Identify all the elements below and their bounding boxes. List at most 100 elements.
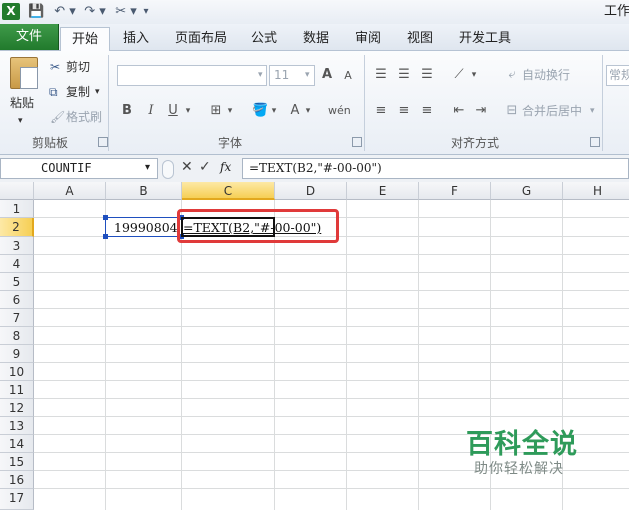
merge-center-dropdown-icon[interactable]: ▾ bbox=[590, 101, 595, 121]
orientation-icon[interactable]: ⟋ bbox=[450, 65, 468, 85]
paste-dropdown-icon[interactable]: ▾ bbox=[18, 111, 23, 131]
italic-icon[interactable]: I bbox=[144, 101, 158, 121]
align-top-icon[interactable]: ☰ bbox=[372, 65, 390, 85]
font-name-combo[interactable] bbox=[117, 65, 267, 86]
cancel-icon[interactable]: ✕ bbox=[181, 159, 193, 175]
tab-file[interactable]: 文件 bbox=[0, 24, 59, 50]
column-header-B[interactable]: B bbox=[106, 182, 182, 200]
tab-insert[interactable]: 插入 bbox=[114, 27, 158, 50]
row-header-3[interactable]: 3 bbox=[0, 237, 34, 255]
range-handle[interactable] bbox=[103, 215, 108, 220]
font-size-dropdown-icon[interactable]: ▾ bbox=[305, 65, 310, 85]
phonetic-guide-icon[interactable]: wén bbox=[328, 101, 351, 121]
align-left-icon[interactable]: ≡ bbox=[372, 101, 390, 121]
format-painter-button[interactable]: 格式刷 bbox=[66, 107, 102, 127]
range-handle[interactable] bbox=[103, 234, 108, 239]
cut-button[interactable]: 剪切 bbox=[66, 57, 90, 77]
format-painter-icon[interactable]: 🖌 bbox=[50, 107, 65, 127]
gridline bbox=[34, 380, 629, 381]
column-header-H[interactable]: H bbox=[563, 182, 629, 200]
paste-button[interactable]: 粘贴 bbox=[10, 93, 34, 113]
copy-button[interactable]: 复制 bbox=[66, 82, 90, 102]
align-center-icon[interactable]: ≡ bbox=[395, 101, 413, 121]
tab-data[interactable]: 数据 bbox=[296, 27, 336, 50]
font-dialog-launcher-icon[interactable] bbox=[352, 137, 362, 147]
wrap-text-icon[interactable]: ⤶ bbox=[504, 65, 520, 85]
column-header-A[interactable]: A bbox=[34, 182, 106, 200]
number-format-value[interactable]: 常规 bbox=[609, 65, 629, 85]
row-header-9[interactable]: 9 bbox=[0, 345, 34, 363]
merge-center-icon[interactable]: ⊟ bbox=[504, 101, 520, 121]
row-header-1[interactable]: 1 bbox=[0, 200, 34, 218]
copy-dropdown-icon[interactable]: ▾ bbox=[95, 82, 100, 102]
formula-input[interactable]: =TEXT(B2,"#-00-00") bbox=[242, 158, 629, 179]
font-name-dropdown-icon[interactable]: ▾ bbox=[258, 65, 263, 85]
watermark-title: 百科全说 bbox=[466, 429, 578, 460]
clipboard-dialog-launcher-icon[interactable] bbox=[98, 137, 108, 147]
formula-bar-splitter[interactable] bbox=[162, 160, 174, 179]
merge-center-button[interactable]: 合并后居中 bbox=[522, 101, 582, 121]
row-header-2[interactable]: 2 bbox=[0, 218, 34, 237]
column-header-F[interactable]: F bbox=[419, 182, 491, 200]
font-size-value[interactable]: 11 bbox=[274, 65, 289, 85]
fill-color-dropdown-icon[interactable]: ▾ bbox=[270, 101, 278, 121]
tab-review[interactable]: 审阅 bbox=[348, 27, 388, 50]
align-right-icon[interactable]: ≡ bbox=[418, 101, 436, 121]
tab-page-layout[interactable]: 页面布局 bbox=[166, 27, 236, 50]
font-color-icon[interactable]: A bbox=[288, 101, 302, 121]
borders-dropdown-icon[interactable]: ▾ bbox=[226, 101, 234, 121]
window-title: 工作 bbox=[604, 4, 629, 19]
row-header-11[interactable]: 11 bbox=[0, 381, 34, 399]
copy-icon[interactable]: ⧉ bbox=[49, 82, 58, 102]
row-header-13[interactable]: 13 bbox=[0, 417, 34, 435]
row-header-6[interactable]: 6 bbox=[0, 291, 34, 309]
row-header-10[interactable]: 10 bbox=[0, 363, 34, 381]
row-header-12[interactable]: 12 bbox=[0, 399, 34, 417]
undo-icon[interactable]: ↶ ▾ bbox=[52, 3, 78, 20]
tab-developer[interactable]: 开发工具 bbox=[452, 27, 518, 50]
row-header-7[interactable]: 7 bbox=[0, 309, 34, 327]
cut-icon[interactable]: ✂ bbox=[50, 57, 60, 77]
underline-icon[interactable]: U bbox=[166, 101, 180, 121]
increase-indent-icon[interactable]: ⇥ bbox=[472, 101, 490, 121]
grow-font-icon[interactable]: A bbox=[320, 65, 334, 85]
row-header-4[interactable]: 4 bbox=[0, 255, 34, 273]
gridline bbox=[34, 398, 629, 399]
row-header-5[interactable]: 5 bbox=[0, 273, 34, 291]
column-header-E[interactable]: E bbox=[347, 182, 419, 200]
tools-icon[interactable]: ✂ ▾ bbox=[113, 3, 139, 20]
select-all-corner[interactable] bbox=[0, 182, 34, 200]
tab-view[interactable]: 视图 bbox=[400, 27, 440, 50]
row-header-17[interactable]: 17 bbox=[0, 489, 34, 510]
underline-dropdown-icon[interactable]: ▾ bbox=[184, 101, 192, 121]
alignment-dialog-launcher-icon[interactable] bbox=[590, 137, 600, 147]
row-header-15[interactable]: 15 bbox=[0, 453, 34, 471]
bold-icon[interactable]: B bbox=[120, 101, 134, 121]
row-header-8[interactable]: 8 bbox=[0, 327, 34, 345]
fill-color-icon[interactable]: 🪣 bbox=[252, 101, 268, 121]
align-bottom-icon[interactable]: ☰ bbox=[418, 65, 436, 85]
font-color-dropdown-icon[interactable]: ▾ bbox=[304, 101, 312, 121]
align-middle-icon[interactable]: ☰ bbox=[395, 65, 413, 85]
column-header-G[interactable]: G bbox=[491, 182, 563, 200]
gridline bbox=[181, 200, 182, 510]
row-header-16[interactable]: 16 bbox=[0, 471, 34, 489]
tab-home[interactable]: 开始 bbox=[60, 27, 110, 51]
enter-icon[interactable]: ✓ bbox=[199, 159, 211, 175]
name-box[interactable]: COUNTIF bbox=[0, 158, 158, 179]
orientation-dropdown-icon[interactable]: ▾ bbox=[470, 65, 478, 85]
decrease-indent-icon[interactable]: ⇤ bbox=[450, 101, 468, 121]
insert-function-icon[interactable]: fx bbox=[220, 160, 231, 174]
customize-qat-icon[interactable]: ▾ bbox=[141, 3, 151, 20]
redo-icon[interactable]: ↷ ▾ bbox=[82, 3, 108, 20]
column-header-D[interactable]: D bbox=[275, 182, 347, 200]
name-box-dropdown-icon[interactable]: ▾ bbox=[145, 162, 150, 173]
shrink-font-icon[interactable]: A bbox=[342, 66, 354, 86]
column-header-C[interactable]: C bbox=[182, 182, 275, 200]
borders-icon[interactable]: ⊞ bbox=[208, 101, 224, 121]
wrap-text-button[interactable]: 自动换行 bbox=[522, 65, 570, 85]
row-header-14[interactable]: 14 bbox=[0, 435, 34, 453]
worksheet-grid[interactable]: A B C D E F G H 1 2 3 4 5 6 7 8 9 10 11 … bbox=[0, 182, 629, 510]
tab-formulas[interactable]: 公式 bbox=[244, 27, 284, 50]
save-icon[interactable]: 💾 bbox=[28, 3, 44, 20]
